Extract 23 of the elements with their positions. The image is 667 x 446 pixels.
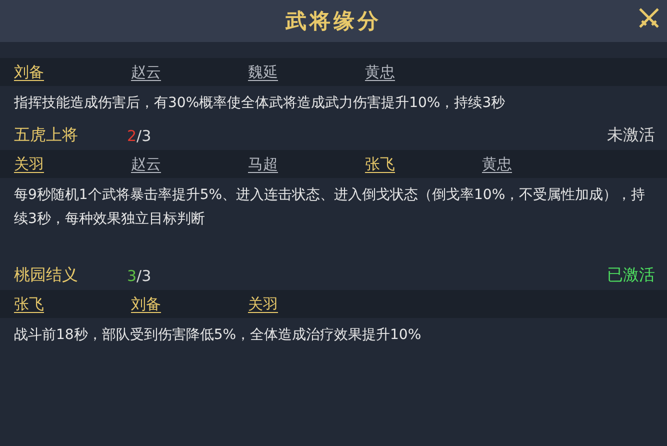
hero-link[interactable]: 赵云 (131, 62, 248, 82)
hero-link[interactable]: 关羽 (14, 154, 131, 174)
hero-link[interactable]: 黄忠 (365, 62, 482, 82)
hero-link[interactable]: 魏延 (248, 62, 365, 82)
hero-link[interactable]: 关羽 (248, 294, 365, 314)
hero-link[interactable]: 黄忠 (482, 154, 599, 174)
hero-link[interactable]: 刘备 (14, 62, 131, 82)
hero-link[interactable]: 赵云 (131, 154, 248, 174)
hero-link[interactable]: 马超 (248, 154, 365, 174)
bond-description: 战斗前18秒，部队受到伤害降低5%，全体造成治疗效果提升10% (13, 326, 422, 345)
bond-description: 指挥技能造成伤害后，有30%概率使全体武将造成武力伤害提升10%，持续3秒 (13, 94, 506, 113)
hero-link[interactable]: 张飞 (14, 294, 131, 314)
hero-link[interactable]: 刘备 (131, 294, 248, 314)
hero-link[interactable]: 张飞 (365, 154, 482, 174)
bond-count: 2/3 (127, 126, 152, 144)
bond-name: 桃园结义 (14, 265, 79, 286)
window-title: 武将缘分 (286, 8, 382, 35)
bond-status: 已激活 (607, 265, 655, 286)
bond-description: 每9秒随机1个武将暴击率提升5%、进入连击状态、进入倒戈状态（倒戈率10%，不受属性加成），持续3秒，每种效果独立目标判断 (13, 186, 646, 229)
bond-name: 五虎上将 (14, 125, 79, 146)
bond-count: 3/3 (127, 266, 152, 284)
crossed-swords-icon[interactable] (637, 6, 661, 30)
bond-status: 未激活 (607, 125, 655, 146)
